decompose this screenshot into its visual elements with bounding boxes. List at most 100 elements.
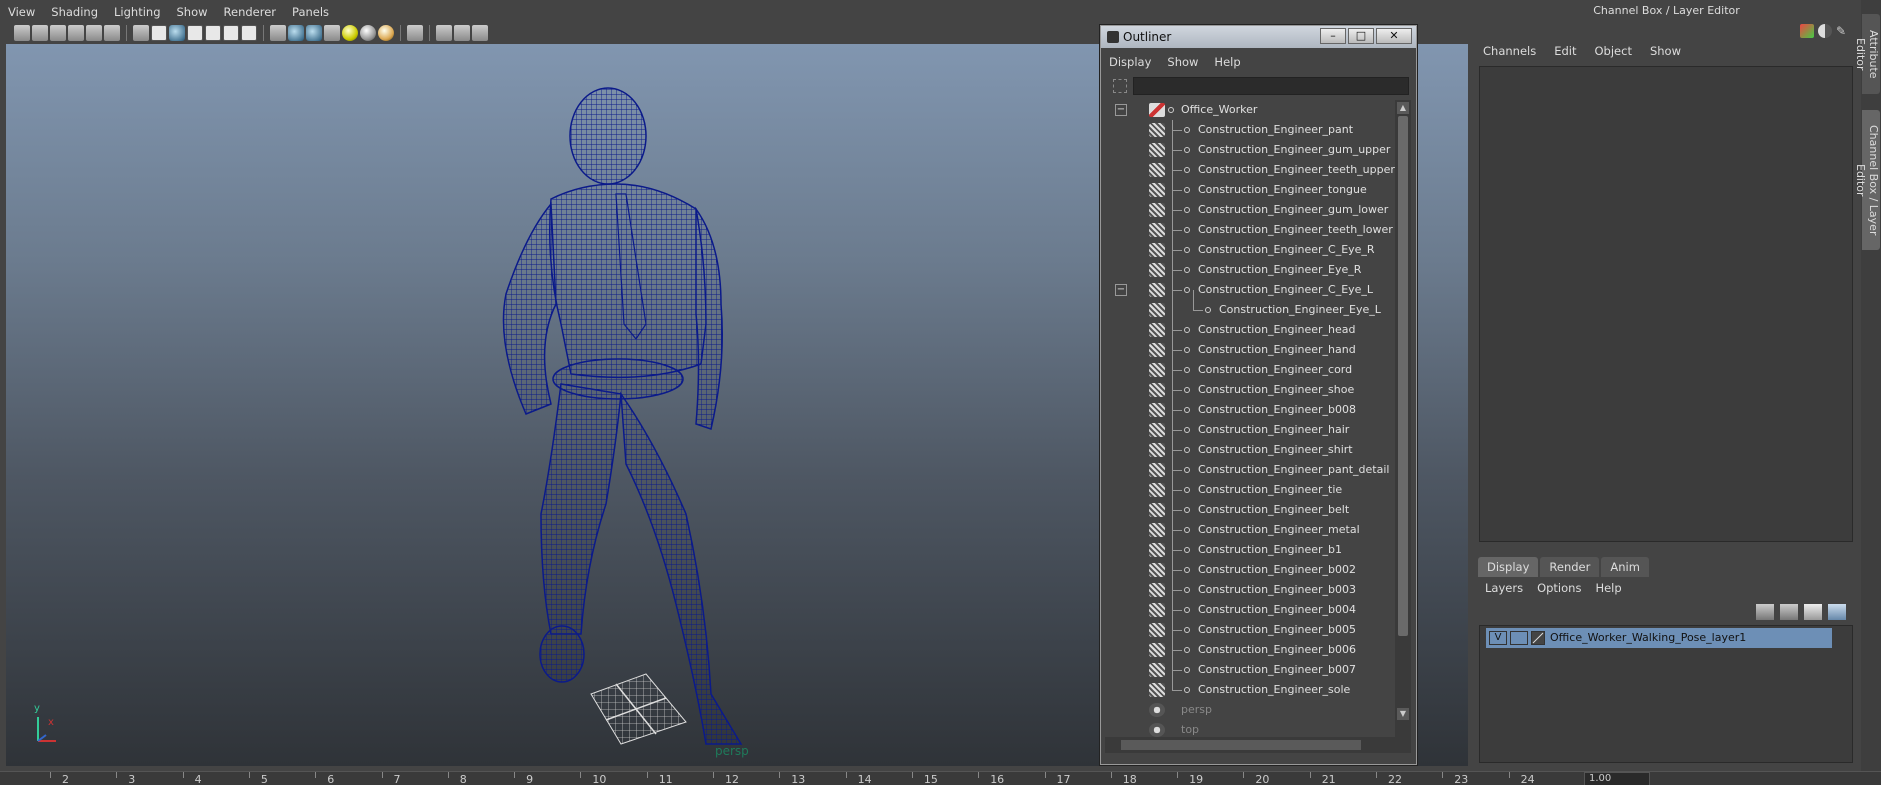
outliner-row[interactable]: Construction_Engineer_gum_lower	[1105, 200, 1395, 220]
outliner-menu-help[interactable]: Help	[1206, 55, 1248, 69]
wireframe-icon[interactable]	[270, 25, 286, 41]
camera-attributes-icon[interactable]	[32, 25, 48, 41]
tab-render[interactable]: Render	[1540, 557, 1600, 577]
outliner-row-camera[interactable]: persp	[1105, 700, 1395, 720]
side-tab-channel-box[interactable]: Channel Box / Layer Editor	[1854, 110, 1880, 250]
outliner-row[interactable]: Construction_Engineer_tie	[1105, 480, 1395, 500]
cb-menu-edit[interactable]: Edit	[1545, 44, 1585, 58]
tab-display[interactable]: Display	[1478, 557, 1539, 577]
outliner-row[interactable]: Construction_Engineer_b004	[1105, 600, 1395, 620]
smooth-shade-icon[interactable]	[288, 25, 304, 41]
outliner-row[interactable]: Construction_Engineer_hair	[1105, 420, 1395, 440]
current-time-field[interactable]: 1.00	[1584, 772, 1650, 785]
xray-components-icon[interactable]	[472, 25, 488, 41]
layer-menu-options[interactable]: Options	[1530, 581, 1588, 595]
outliner-row[interactable]: Construction_Engineer_pant_detail	[1105, 460, 1395, 480]
outliner-row[interactable]: Construction_Engineer_belt	[1105, 500, 1395, 520]
outliner-row[interactable]: Construction_Engineer_b1	[1105, 540, 1395, 560]
2d-pan-zoom-icon[interactable]	[104, 25, 120, 41]
scroll-thumb[interactable]	[1398, 116, 1408, 636]
outliner-titlebar[interactable]: Outliner – □ ✕	[1101, 26, 1416, 48]
select-camera-icon[interactable]	[14, 25, 30, 41]
outliner-row[interactable]: − Construction_Engineer_C_Eye_L	[1105, 280, 1395, 300]
bookmark-icon[interactable]	[50, 25, 66, 41]
outliner-row[interactable]: Construction_Engineer_shoe	[1105, 380, 1395, 400]
scroll-up-icon[interactable]: ▲	[1397, 102, 1409, 114]
menu-shading[interactable]: Shading	[43, 2, 106, 22]
outliner-row[interactable]: Construction_Engineer_cord	[1105, 360, 1395, 380]
layer-menu-layers[interactable]: Layers	[1478, 581, 1530, 595]
image-plane-icon[interactable]	[68, 25, 84, 41]
layer-move-down-icon[interactable]	[1780, 604, 1798, 620]
menu-renderer[interactable]: Renderer	[216, 2, 285, 22]
collapse-toggle-icon[interactable]: −	[1115, 104, 1127, 116]
layer-list[interactable]: V Office_Worker_Walking_Pose_layer1	[1479, 625, 1853, 763]
outliner-row[interactable]: Construction_Engineer_tongue	[1105, 180, 1395, 200]
outliner-row[interactable]: Construction_Engineer_gum_upper	[1105, 140, 1395, 160]
menu-lighting[interactable]: Lighting	[106, 2, 168, 22]
field-chart-icon[interactable]	[205, 25, 221, 41]
minimize-button[interactable]: –	[1320, 28, 1346, 44]
outliner-row[interactable]: Construction_Engineer_shirt	[1105, 440, 1395, 460]
scroll-down-icon[interactable]: ▼	[1397, 708, 1409, 720]
isolate-select-icon[interactable]	[407, 25, 423, 41]
close-button[interactable]: ✕	[1376, 28, 1412, 44]
outliner-row[interactable]: Construction_Engineer_b003	[1105, 580, 1395, 600]
time-slider[interactable]: 2 3 4 5 6 7 8 9 10 11 12 13 14 15 16 17 18 19 20 21 22 23 24 1…	[0, 771, 1881, 785]
menu-show[interactable]: Show	[169, 2, 216, 22]
xray-icon[interactable]	[436, 25, 452, 41]
shadows-icon[interactable]	[360, 25, 376, 41]
outliner-menu-show[interactable]: Show	[1159, 55, 1206, 69]
use-all-lights-icon[interactable]	[342, 25, 358, 41]
outliner-row[interactable]: Construction_Engineer_b002	[1105, 560, 1395, 580]
outliner-row[interactable]: Construction_Engineer_sole	[1105, 680, 1395, 700]
resolution-gate-icon[interactable]	[169, 25, 185, 41]
side-tab-attribute-editor[interactable]: Attribute Editor	[1854, 14, 1880, 94]
menu-view[interactable]: View	[0, 2, 43, 22]
outliner-row[interactable]: Construction_Engineer_Eye_R	[1105, 260, 1395, 280]
maximize-button[interactable]: □	[1348, 28, 1374, 44]
new-layer-icon[interactable]	[1804, 604, 1822, 620]
textured-icon[interactable]	[324, 25, 340, 41]
layer-playback-toggle[interactable]	[1510, 631, 1528, 645]
outliner-row[interactable]: Construction_Engineer_b006	[1105, 640, 1395, 660]
channel-box-pin-icon[interactable]: ✎	[1836, 24, 1850, 38]
outliner-row[interactable]: Construction_Engineer_b005	[1105, 620, 1395, 640]
xray-joints-icon[interactable]	[454, 25, 470, 41]
outliner-row[interactable]: Construction_Engineer_hand	[1105, 340, 1395, 360]
outliner-search-input[interactable]	[1133, 77, 1409, 95]
channel-box-area[interactable]	[1479, 66, 1853, 542]
safe-action-icon[interactable]	[223, 25, 239, 41]
safe-title-icon[interactable]	[241, 25, 257, 41]
layer-visibility-toggle[interactable]: V	[1489, 631, 1507, 645]
layer-name[interactable]: Office_Worker_Walking_Pose_layer1	[1550, 631, 1746, 644]
outliner-menu-display[interactable]: Display	[1101, 55, 1159, 69]
grease-pencil-icon[interactable]	[86, 25, 102, 41]
wireframe-on-shaded-icon[interactable]	[306, 25, 322, 41]
outliner-row-root[interactable]: − Office_Worker	[1105, 100, 1395, 120]
grid-icon[interactable]	[133, 25, 149, 41]
outliner-vertical-scrollbar[interactable]: ▲ ▼	[1395, 100, 1411, 740]
layer-color-swatch[interactable]	[1531, 631, 1545, 645]
tab-anim[interactable]: Anim	[1601, 557, 1649, 577]
channel-box-toggle-icon[interactable]	[1800, 24, 1814, 38]
outliner-row[interactable]: Construction_Engineer_b008	[1105, 400, 1395, 420]
collapse-toggle-icon[interactable]: −	[1115, 284, 1127, 296]
outliner-row[interactable]: Construction_Engineer_teeth_lower	[1105, 220, 1395, 240]
gate-mask-icon[interactable]	[187, 25, 203, 41]
outliner-row[interactable]: Construction_Engineer_Eye_L	[1105, 300, 1395, 320]
filter-icon[interactable]	[1113, 79, 1127, 93]
cb-menu-object[interactable]: Object	[1586, 44, 1641, 58]
outliner-row[interactable]: Construction_Engineer_metal	[1105, 520, 1395, 540]
outliner-horizontal-scrollbar[interactable]	[1105, 737, 1411, 753]
channel-box-half-icon[interactable]	[1818, 24, 1832, 38]
outliner-tree[interactable]: − Office_Worker Construction_Engineer_pant…	[1105, 100, 1395, 740]
layer-row[interactable]: V Office_Worker_Walking_Pose_layer1	[1486, 628, 1832, 648]
menu-panels[interactable]: Panels	[284, 2, 337, 22]
outliner-row[interactable]: Construction_Engineer_C_Eye_R	[1105, 240, 1395, 260]
film-gate-icon[interactable]	[151, 25, 167, 41]
cb-menu-channels[interactable]: Channels	[1474, 44, 1545, 58]
ambient-occlusion-icon[interactable]	[378, 25, 394, 41]
layer-menu-help[interactable]: Help	[1588, 581, 1628, 595]
outliner-row[interactable]: Construction_Engineer_teeth_upper	[1105, 160, 1395, 180]
